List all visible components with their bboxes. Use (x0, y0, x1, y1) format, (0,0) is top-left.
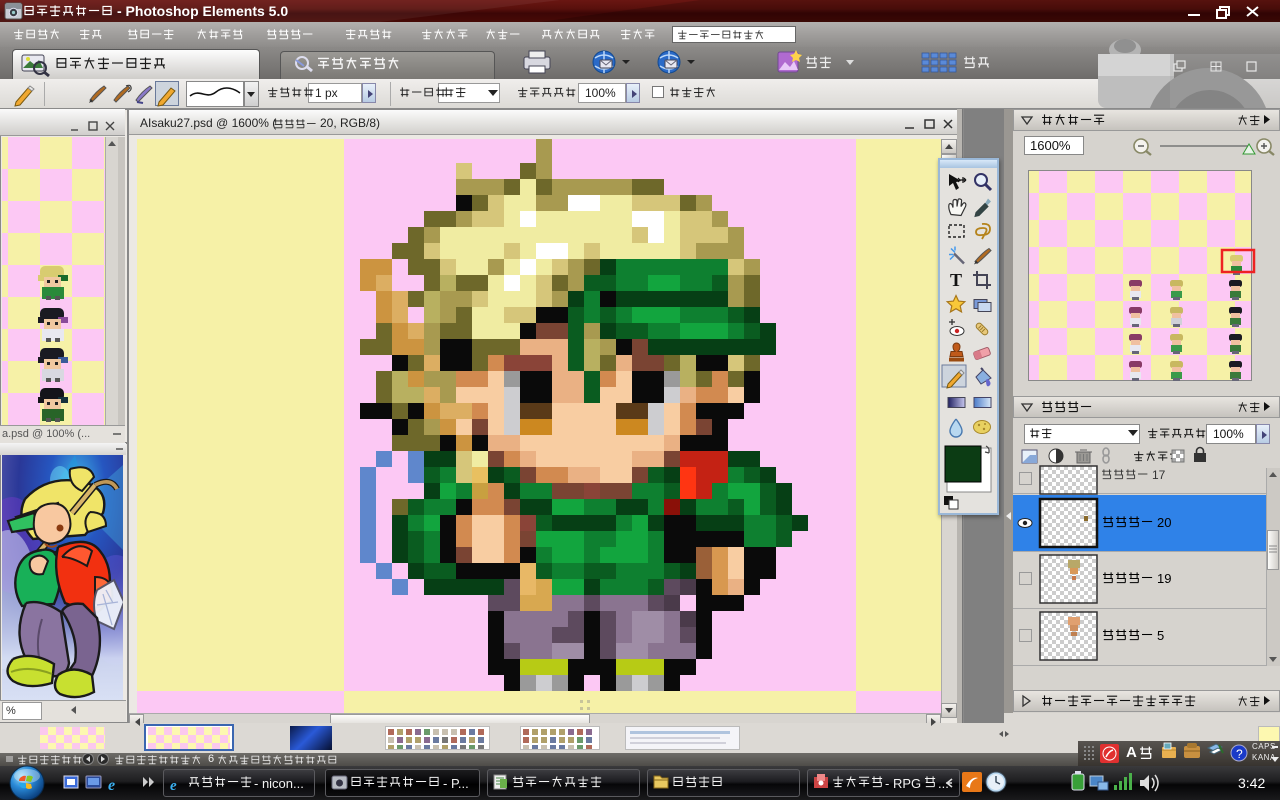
svg-text:e: e (108, 777, 115, 794)
svg-text:e: e (170, 778, 177, 794)
svg-text:T: T (950, 270, 962, 290)
svg-text:?: ? (1236, 747, 1243, 761)
